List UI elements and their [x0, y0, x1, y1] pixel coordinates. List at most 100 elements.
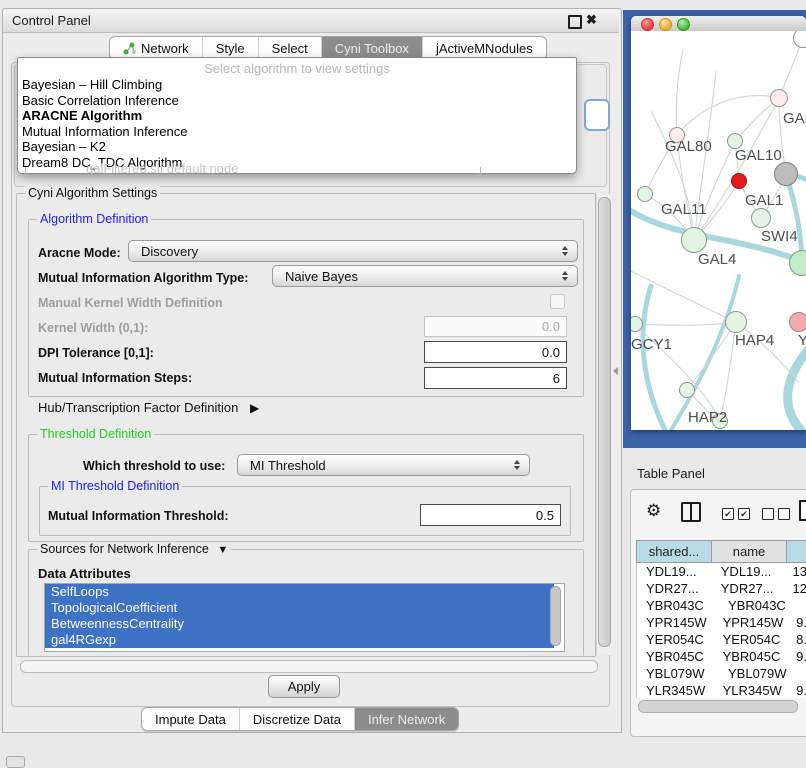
table-row[interactable]: YER054C YER054C 8. — [637, 631, 806, 648]
hub-definition-toggle[interactable]: Hub/Transcription Factor Definition ▶ — [38, 400, 259, 415]
attribute-selfloops[interactable]: SelfLoops — [45, 584, 554, 600]
split-columns-icon[interactable] — [681, 502, 701, 522]
algorithm-definition-title: Algorithm Definition — [37, 212, 151, 226]
algorithm-dropdown-list: Select algorithm to view settings Bayesi… — [17, 57, 577, 174]
dropdown-item-aracne[interactable]: ARACNE Algorithm — [18, 108, 576, 124]
collapse-arrow-icon[interactable]: ▼ — [217, 544, 228, 556]
manual-kernel-width-checkbox[interactable] — [550, 294, 565, 309]
node-label-gal11: GAL11 — [661, 201, 707, 218]
mi-algorithm-type-select[interactable]: Naive Bayes — [272, 265, 578, 287]
splitpane-handle-icon[interactable] — [613, 367, 618, 375]
manual-kernel-width-label: Manual Kernel Width Definition — [38, 296, 223, 310]
screen: { "icons": { "close": "✖", "gear": "⚙", … — [0, 0, 806, 762]
table-panel-title: Table Panel — [637, 466, 705, 481]
tab-select[interactable]: Select — [258, 37, 321, 59]
column-header-name[interactable]: name — [711, 540, 787, 563]
network-node[interactable] — [770, 89, 788, 107]
table-row[interactable]: YBL079W YBL079W — [637, 665, 806, 682]
apply-button[interactable]: Apply — [268, 675, 340, 698]
dropdown-item-bayesian-hill-climbing[interactable]: Bayesian – Hill Climbing — [18, 77, 576, 93]
table-row[interactable]: YDL19... YDL19... 13 — [637, 563, 806, 580]
node-label: Y — [798, 332, 806, 349]
unchecked-checkboxes-icon[interactable] — [762, 508, 790, 520]
close-icon[interactable]: ✖ — [586, 12, 597, 28]
attribute-gal4rgexp[interactable]: gal4RGexp — [45, 632, 554, 648]
gear-icon[interactable]: ⚙ — [646, 501, 661, 521]
mi-threshold-group-title: MI Threshold Definition — [48, 479, 182, 493]
settings-scrollbar-thumb[interactable] — [598, 197, 611, 647]
kernel-width-input[interactable]: 0.0 — [424, 316, 567, 337]
combo-arrows-icon — [514, 460, 520, 470]
aracne-mode-select[interactable]: Discovery — [128, 240, 578, 262]
table-row[interactable]: YBR043C YBR043C — [637, 597, 806, 614]
network-window-titlebar — [631, 16, 806, 32]
network-node-gray[interactable] — [774, 162, 798, 186]
node-label-swi4: SWI4 — [761, 228, 798, 245]
tab-infer-network[interactable]: Infer Network — [354, 708, 458, 730]
mi-steps-label: Mutual Information Steps: — [38, 371, 192, 385]
mi-threshold-label: Mutual Information Threshold: — [48, 509, 229, 523]
close-traffic-light-icon[interactable] — [641, 18, 654, 31]
mi-threshold-input[interactable]: 0.5 — [420, 504, 561, 526]
dropdown-item-basic-correlation[interactable]: Basic Correlation Inference — [18, 93, 576, 109]
network-canvas[interactable]: GAL GAL80 GAL10 GAL11 GAL1 SWI4 GAL4 GCY… — [631, 31, 806, 430]
zoom-traffic-light-icon[interactable] — [677, 18, 690, 31]
attribute-betweennesscentrality[interactable]: BetweennessCentrality — [45, 616, 554, 632]
network-node-hap2[interactable] — [679, 382, 695, 398]
mi-steps-input[interactable]: 6 — [424, 367, 567, 389]
network-node-gal4[interactable] — [681, 227, 707, 253]
dropdown-item-mutual-information[interactable]: Mutual Information Inference — [18, 124, 576, 140]
table-hscrollbar-thumb[interactable] — [638, 700, 798, 713]
table-row[interactable]: YPR145W YPR145W 9. — [637, 614, 806, 631]
settings-hscrollbar-thumb[interactable] — [20, 660, 598, 673]
minimize-traffic-light-icon[interactable] — [659, 18, 672, 31]
dpi-tolerance-input[interactable]: 0.0 — [424, 341, 567, 363]
network-icon — [123, 42, 136, 55]
combo-arrows-icon — [562, 271, 568, 281]
float-window-icon[interactable] — [568, 15, 582, 29]
tab-network-label: Network — [141, 41, 189, 56]
tab-style[interactable]: Style — [202, 37, 258, 59]
node-label-hap2: HAP2 — [688, 409, 727, 426]
aracne-mode-label: Aracne Mode: — [38, 246, 121, 260]
expand-arrow-icon[interactable]: ▶ — [250, 401, 259, 415]
tab-discretize-data[interactable]: Discretize Data — [239, 708, 354, 730]
collapsed-panel-fragment[interactable] — [6, 756, 25, 768]
node-label-gal1: GAL1 — [745, 192, 783, 209]
column-header-shared[interactable]: shared... — [636, 540, 712, 563]
tab-network[interactable]: Network — [110, 37, 202, 59]
mi-algorithm-type-label: Mutual Information Algorithm Type: — [38, 271, 248, 285]
table-body: YDL19... YDL19... 13 YDR27... YDR27... 1… — [636, 563, 806, 698]
dropdown-item-bayesian-k2[interactable]: Bayesian – K2 — [18, 139, 576, 155]
node-label-hap4: HAP4 — [735, 332, 774, 349]
node-label-gcy1: GCY1 — [631, 336, 672, 353]
combo-arrows-icon — [562, 246, 568, 256]
document-icon[interactable] — [799, 500, 806, 521]
network-node-gal1[interactable] — [751, 208, 771, 228]
data-attributes-label: Data Attributes — [38, 566, 131, 581]
table-row[interactable]: YDR27... YDR27... 12 — [637, 580, 806, 597]
attribute-topologicalcoefficient[interactable]: TopologicalCoefficient — [45, 600, 554, 616]
checked-checkboxes-icon[interactable]: ✔ ✔ — [722, 508, 750, 520]
tab-cyni-toolbox[interactable]: Cyni Toolbox — [321, 37, 422, 59]
control-panel-title: Control Panel — [12, 13, 91, 28]
dpi-tolerance-label: DPI Tolerance [0,1]: — [38, 346, 154, 360]
control-panel-titlebar — [3, 9, 619, 33]
data-combo-value: galFiltered.sif default node — [86, 161, 466, 174]
network-node-salmon[interactable] — [789, 312, 806, 332]
table-row[interactable]: YLR345W YLR345W 9. — [637, 682, 806, 698]
network-node-gal11[interactable] — [637, 186, 653, 202]
table-row[interactable]: YBR045C YBR045C 9. — [637, 648, 806, 665]
tab-jactivemnodules[interactable]: jActiveMNodules — [422, 37, 546, 59]
node-label-gal80: GAL80 — [665, 138, 712, 155]
cyni-algorithm-settings-title: Cyni Algorithm Settings — [25, 186, 160, 200]
tab-impute-data[interactable]: Impute Data — [142, 708, 239, 730]
column-header-cut[interactable] — [786, 540, 806, 563]
attributes-list-scrollbar[interactable] — [550, 586, 561, 646]
algorithm-combo-fragment[interactable] — [584, 99, 610, 131]
network-node-hap4[interactable] — [725, 311, 747, 333]
network-node-selected[interactable] — [731, 173, 747, 189]
which-threshold-label: Which threshold to use: — [83, 459, 225, 473]
data-attributes-list: SelfLoops TopologicalCoefficient Between… — [44, 583, 565, 652]
which-threshold-select[interactable]: MI Threshold — [237, 454, 530, 476]
